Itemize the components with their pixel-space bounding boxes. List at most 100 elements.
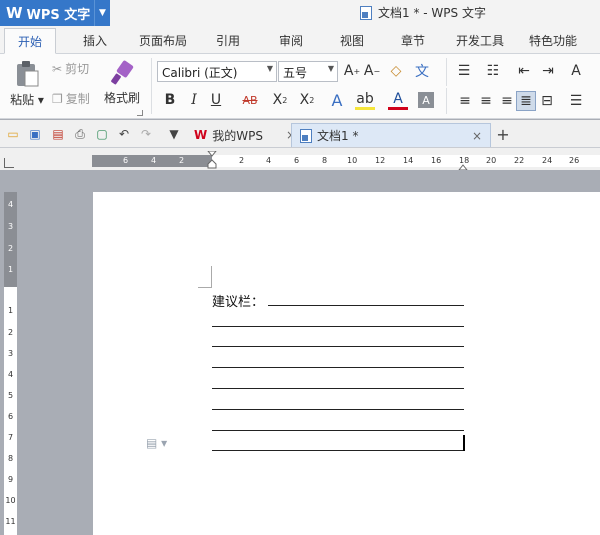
ruler-number: 9: [7, 475, 14, 484]
tab-view[interactable]: 视图: [340, 32, 364, 49]
font-size-select[interactable]: 五号 ▼: [278, 61, 338, 82]
clear-format-icon[interactable]: ◇: [386, 61, 406, 81]
tab-special-features[interactable]: 特色功能: [529, 32, 577, 49]
ruler-number: 7: [7, 433, 14, 442]
tab-developer[interactable]: 开发工具: [456, 32, 504, 49]
title-bar: W WPS 文字 ▼ 文档1 * - WPS 文字: [0, 0, 600, 26]
ruler-number: 4: [151, 156, 157, 165]
highlight-icon[interactable]: ab: [355, 90, 375, 110]
ruler-number: 22: [514, 156, 525, 165]
undo-icon[interactable]: ↶: [116, 126, 132, 142]
bold-icon[interactable]: B: [160, 90, 180, 110]
character-shading-icon[interactable]: A: [418, 92, 434, 108]
app-menu-button[interactable]: W WPS 文字 ▼: [0, 0, 110, 26]
indent-marker-icon[interactable]: [207, 151, 217, 171]
numbered-list-icon[interactable]: ☷: [483, 61, 503, 81]
ribbon-toolbar: 粘贴 ▾ ✂ 剪切 ❐ 复制 格式刷 Calibri (正文) ▼ 五号 ▼ A…: [0, 54, 600, 119]
open-folder-icon[interactable]: ▭: [5, 126, 21, 142]
superscript-icon[interactable]: X2: [270, 90, 290, 110]
font-family-select[interactable]: Calibri (正文) ▼: [157, 61, 277, 82]
wps-logo-icon: W: [194, 128, 208, 142]
italic-icon[interactable]: I: [184, 90, 204, 110]
scissors-icon: ✂: [52, 61, 63, 76]
bullet-list-icon[interactable]: ☰: [454, 61, 474, 81]
ruler-number: 2: [239, 156, 245, 165]
align-left-icon[interactable]: ≡: [455, 91, 475, 111]
underline-blank[interactable]: [212, 326, 464, 327]
export-pdf-icon[interactable]: ▤: [50, 126, 66, 142]
ruler-number: 6: [123, 156, 129, 165]
horizontal-ruler[interactable]: 6 4 2 2 4 6 8 10 12 14 16 18 20 22 24 26: [92, 151, 600, 171]
copy-button[interactable]: ❐ 复制: [52, 90, 90, 107]
paste-label: 粘贴: [10, 93, 35, 107]
underline-blank[interactable]: [212, 450, 464, 451]
underline-blank[interactable]: [212, 388, 464, 389]
text-cursor: [463, 435, 465, 451]
underline-blank[interactable]: [212, 409, 464, 410]
grow-font-icon[interactable]: A +: [342, 61, 362, 81]
font-color-icon[interactable]: A: [388, 90, 408, 110]
ruler-number: 10: [5, 496, 16, 505]
tab-review[interactable]: 审阅: [279, 32, 303, 49]
strikethrough-icon[interactable]: AB: [240, 90, 260, 110]
ruler-number: 3: [7, 349, 14, 358]
app-name: WPS 文字: [26, 7, 91, 23]
font-size-value: 五号: [283, 66, 308, 80]
paste-button[interactable]: 粘贴 ▾: [10, 60, 44, 108]
line-spacing-icon[interactable]: ☰: [566, 91, 586, 111]
ruler-number: 6: [294, 156, 300, 165]
underline-icon[interactable]: U: [206, 90, 226, 110]
underline-blank[interactable]: [268, 305, 464, 306]
paragraph-layout-icon[interactable]: ▤ ▾: [146, 436, 167, 450]
tab-chapter[interactable]: 章节: [401, 32, 425, 49]
doc-tab-document1[interactable]: 文档1 * ×: [291, 123, 491, 147]
case-change-icon[interactable]: A: [566, 61, 586, 81]
text-effect-icon[interactable]: A: [327, 90, 347, 110]
ruler-number: 3: [7, 222, 14, 231]
ruler-number: 12: [375, 156, 386, 165]
tab-home[interactable]: 开始: [4, 28, 57, 54]
subscript-icon[interactable]: X2: [297, 90, 317, 110]
ruler-number: 4: [266, 156, 272, 165]
save-icon[interactable]: ▣: [27, 126, 43, 142]
shrink-font-icon[interactable]: A −: [362, 61, 382, 81]
increase-indent-icon[interactable]: ⇥: [538, 61, 558, 81]
chevron-down-icon[interactable]: ▼: [94, 0, 110, 26]
print-preview-icon[interactable]: ▢: [94, 126, 110, 142]
customize-quick-access-icon[interactable]: ▼: [166, 126, 182, 142]
suggestion-label: 建议栏：: [212, 295, 265, 310]
document-page[interactable]: [93, 192, 600, 535]
print-icon[interactable]: ⎙: [72, 126, 88, 142]
tab-page-layout[interactable]: 页面布局: [139, 32, 187, 49]
doc-tab-label: 我的WPS: [212, 128, 263, 143]
format-painter-button[interactable]: 格式刷: [104, 60, 140, 106]
align-right-icon[interactable]: ≡: [497, 91, 517, 111]
ruler-number: 11: [5, 517, 16, 526]
ruler-number: 16: [431, 156, 442, 165]
chevron-down-icon: ▼: [266, 64, 273, 73]
tab-insert[interactable]: 插入: [83, 32, 107, 49]
redo-icon[interactable]: ↷: [138, 126, 154, 142]
justify-icon[interactable]: ≣: [516, 91, 536, 111]
close-icon[interactable]: ×: [472, 129, 482, 143]
new-tab-icon[interactable]: +: [495, 125, 511, 144]
tab-stop-selector[interactable]: [4, 158, 14, 168]
vertical-ruler[interactable]: 4 3 2 1 1 2 3 4 5 6 7 8 9 10 11: [4, 192, 17, 535]
distributed-icon[interactable]: ⊟: [537, 91, 557, 111]
ruler-number: 20: [486, 156, 497, 165]
clipboard-launcher-icon[interactable]: [137, 110, 143, 116]
cut-label: 剪切: [65, 62, 90, 76]
tab-references[interactable]: 引用: [216, 32, 240, 49]
ruler-number: 1: [7, 306, 14, 315]
phonetic-guide-icon[interactable]: 文: [412, 61, 432, 81]
underline-blank[interactable]: [212, 430, 464, 431]
align-center-icon[interactable]: ≡: [476, 91, 496, 111]
underline-blank[interactable]: [212, 346, 464, 347]
ruler-number: 4: [7, 370, 14, 379]
cut-button[interactable]: ✂ 剪切: [52, 60, 89, 77]
doc-tab-my-wps[interactable]: W 我的WPS ×: [186, 123, 304, 147]
decrease-indent-icon[interactable]: ⇤: [514, 61, 534, 81]
separator: [446, 88, 447, 114]
document-icon: [360, 5, 372, 20]
underline-blank[interactable]: [212, 367, 464, 368]
